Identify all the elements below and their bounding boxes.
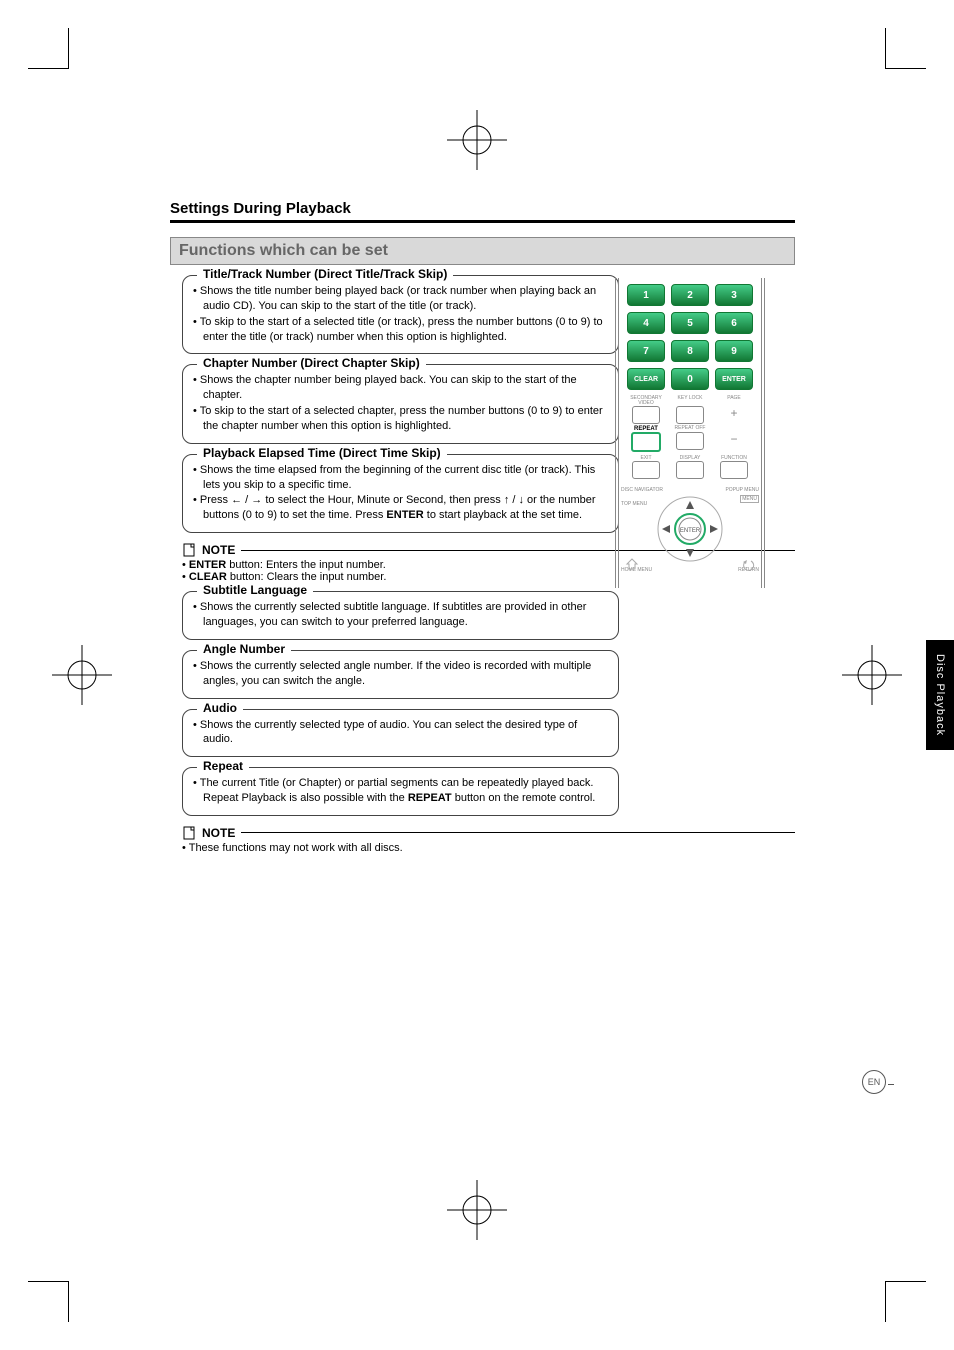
remote-button: [676, 432, 704, 450]
home-icon: [625, 557, 639, 571]
block-repeat: Repeat The current Title (or Chapter) or…: [182, 767, 619, 816]
list-item: Shows the currently selected type of aud…: [193, 718, 608, 748]
block-legend: Chapter Number (Direct Chapter Skip): [197, 356, 426, 370]
note-icon: [182, 543, 196, 557]
list-item: Shows the currently selected subtitle la…: [193, 600, 608, 630]
note-label: NOTE: [202, 543, 235, 557]
remote-key-3: 3: [715, 284, 753, 306]
remote-button: [632, 406, 660, 424]
remote-button: [632, 461, 660, 479]
note-item: ENTER button: Enters the input number.: [182, 559, 597, 571]
remote-label: PAGE: [715, 396, 753, 406]
left-right-arrow-icon: ← / →: [231, 494, 262, 506]
language-badge: EN: [862, 1070, 886, 1094]
block-title-track: Title/Track Number (Direct Title/Track S…: [182, 275, 619, 354]
remote-key-7: 7: [627, 340, 665, 362]
section-title: Functions which can be set: [170, 237, 795, 265]
remote-key-9: 9: [715, 340, 753, 362]
remote-key-4: 4: [627, 312, 665, 334]
block-legend: Audio: [197, 701, 243, 715]
remote-illustration: 1 2 3 4 5 6 7 8 9 CLEAR 0 ENTER SECONDAR…: [615, 278, 765, 588]
return-icon: [741, 557, 755, 571]
block-legend: Title/Track Number (Direct Title/Track S…: [197, 267, 453, 281]
remote-label: SECONDARY VIDEO: [627, 396, 665, 406]
block-angle: Angle Number Shows the currently selecte…: [182, 650, 619, 699]
registration-mark-left: [52, 645, 112, 705]
page-header: Settings During Playback: [170, 200, 795, 217]
list-item: Shows the time elapsed from the beginnin…: [193, 463, 608, 493]
list-item: To skip to the start of a selected chapt…: [193, 404, 608, 434]
block-audio: Audio Shows the currently selected type …: [182, 709, 619, 758]
crop-mark: [885, 1281, 926, 1322]
note-item: These functions may not work with all di…: [182, 842, 597, 854]
block-legend: Angle Number: [197, 642, 291, 656]
block-legend: Playback Elapsed Time (Direct Time Skip): [197, 446, 447, 460]
enter-label: ENTER: [680, 528, 701, 534]
block-legend: Repeat: [197, 759, 249, 773]
remote-button-repeat: [631, 432, 661, 452]
remote-label: KEY LOCK: [671, 396, 709, 406]
block-legend: Subtitle Language: [197, 583, 313, 597]
list-item: Shows the currently selected angle numbe…: [193, 659, 608, 689]
page-dash: [888, 1084, 894, 1085]
list-item: Press ← / → to select the Hour, Minute o…: [193, 493, 608, 523]
up-down-arrow-icon: ↑ / ↓: [504, 494, 524, 506]
remote-button: [720, 461, 748, 479]
registration-mark-bottom: [447, 1180, 507, 1240]
crop-mark: [885, 28, 926, 69]
list-item: To skip to the start of a selected title…: [193, 315, 608, 345]
remote-key-enter: ENTER: [715, 368, 753, 390]
side-tab: Disc Playback: [926, 640, 954, 750]
crop-mark: [28, 1281, 69, 1322]
crop-mark: [28, 28, 69, 69]
remote-key-2: 2: [671, 284, 709, 306]
registration-mark-right: [842, 645, 902, 705]
remote-button: [676, 406, 704, 424]
remote-nav-pad: DISC NAVIGATOR POPUP MENU MENU TOP MENU …: [625, 487, 755, 573]
note-label: NOTE: [202, 826, 235, 840]
header-rule: [170, 220, 795, 223]
note-item: CLEAR button: Clears the input number.: [182, 571, 597, 583]
remote-key-8: 8: [671, 340, 709, 362]
remote-key-clear: CLEAR: [627, 368, 665, 390]
remote-key-1: 1: [627, 284, 665, 306]
registration-mark-top: [447, 110, 507, 170]
plus-icon: +: [715, 406, 753, 424]
note-heading: NOTE: [182, 826, 795, 840]
remote-key-6: 6: [715, 312, 753, 334]
block-chapter: Chapter Number (Direct Chapter Skip) Sho…: [182, 364, 619, 443]
list-item: Shows the chapter number being played ba…: [193, 373, 608, 403]
remote-key-0: 0: [671, 368, 709, 390]
side-tab-label: Disc Playback: [934, 654, 946, 736]
note-icon: [182, 826, 196, 840]
list-item: Shows the title number being played back…: [193, 284, 608, 314]
block-subtitle: Subtitle Language Shows the currently se…: [182, 591, 619, 640]
list-item: The current Title (or Chapter) or partia…: [193, 776, 608, 806]
remote-key-5: 5: [671, 312, 709, 334]
remote-button: [676, 461, 704, 479]
minus-icon: −: [715, 432, 753, 452]
block-elapsed: Playback Elapsed Time (Direct Time Skip)…: [182, 454, 619, 533]
